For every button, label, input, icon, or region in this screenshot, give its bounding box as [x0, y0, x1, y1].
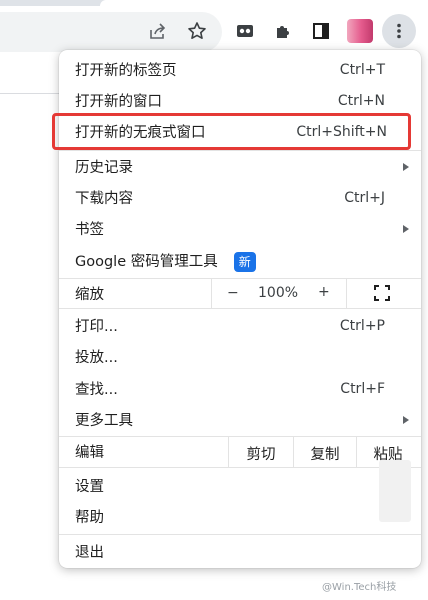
cut-button[interactable]: 剪切 [229, 443, 293, 464]
submenu-arrow-icon [403, 224, 409, 233]
menu-item-more-tools[interactable]: 更多工具 [59, 404, 421, 435]
side-panel-icon[interactable] [306, 16, 336, 46]
new-badge: 新 [233, 251, 256, 272]
zoom-out-button[interactable]: − [227, 285, 239, 301]
avatar[interactable] [347, 19, 373, 43]
menu-item-shortcut: Ctrl+J [344, 189, 385, 206]
menu-item-shortcut: Ctrl+F [340, 380, 385, 397]
zoom-level: 100% [258, 285, 299, 301]
menu-row-zoom: 缩放 [59, 278, 421, 308]
menu-item-new-incognito-window[interactable]: 打开新的无痕式窗口 Ctrl+Shift+N [59, 116, 421, 147]
submenu-arrow-icon [403, 162, 409, 171]
menu-item-shortcut: Ctrl+N [337, 92, 385, 109]
menu-item-exit[interactable]: 退出 [59, 536, 421, 567]
tab-search-icon[interactable] [230, 16, 260, 46]
menu-divider [59, 308, 421, 309]
page-divider [0, 93, 60, 94]
fullscreen-icon[interactable] [373, 284, 391, 302]
menu-item-label: 书签 [75, 222, 104, 238]
copy-button[interactable]: 复制 [294, 443, 356, 464]
menu-item-shortcut: Ctrl+Shift+N [296, 123, 387, 140]
zoom-in-button[interactable]: + [318, 284, 330, 300]
menu-scrollbar[interactable] [379, 460, 411, 522]
zoom-divider [211, 278, 212, 308]
chrome-main-menu: 打开新的标签页 Ctrl+T 打开新的窗口 Ctrl+N 打开新的无痕式窗口 C… [59, 50, 421, 568]
watermark: @Win.Tech科技 [322, 582, 397, 593]
menu-item-shortcut: Ctrl+T [339, 61, 385, 78]
menu-item-password-manager[interactable]: Google 密码管理工具新 [59, 245, 421, 276]
menu-item-label: 历史记录 [75, 160, 133, 176]
menu-item-downloads[interactable]: 下载内容 Ctrl+J [59, 182, 421, 213]
menu-divider [59, 467, 421, 468]
bookmark-star-icon[interactable] [182, 16, 212, 46]
menu-divider [59, 534, 421, 535]
menu-item-new-window[interactable]: 打开新的窗口 Ctrl+N [59, 85, 421, 116]
menu-item-print[interactable]: 打印... Ctrl+P [59, 310, 421, 341]
menu-item-shortcut: Ctrl+P [339, 317, 385, 334]
menu-item-history[interactable]: 历史记录 [59, 151, 421, 182]
menu-item-label: 缩放 [75, 286, 104, 303]
menu-item-label: 退出 [75, 545, 104, 561]
tab-strip [0, 0, 428, 6]
menu-item-label: 更多工具 [75, 413, 133, 429]
zoom-divider [346, 278, 347, 308]
share-icon[interactable] [143, 16, 173, 46]
more-vert-icon[interactable] [384, 16, 414, 46]
extensions-icon[interactable] [268, 16, 298, 46]
menu-item-label: 设置 [75, 479, 104, 495]
submenu-arrow-icon [403, 415, 409, 424]
menu-item-cast[interactable]: 投放... [59, 341, 421, 372]
menu-item-help[interactable]: 帮助 [59, 501, 421, 532]
menu-item-label: Google 密码管理工具 [75, 253, 218, 270]
menu-item-bookmarks[interactable]: 书签 [59, 213, 421, 244]
menu-item-settings[interactable]: 设置 [59, 470, 421, 501]
menu-item-new-tab[interactable]: 打开新的标签页 Ctrl+T [59, 54, 421, 85]
menu-item-find[interactable]: 查找... Ctrl+F [59, 373, 421, 404]
menu-item-label: 投放... [75, 350, 118, 366]
menu-item-label: 帮助 [75, 510, 104, 526]
